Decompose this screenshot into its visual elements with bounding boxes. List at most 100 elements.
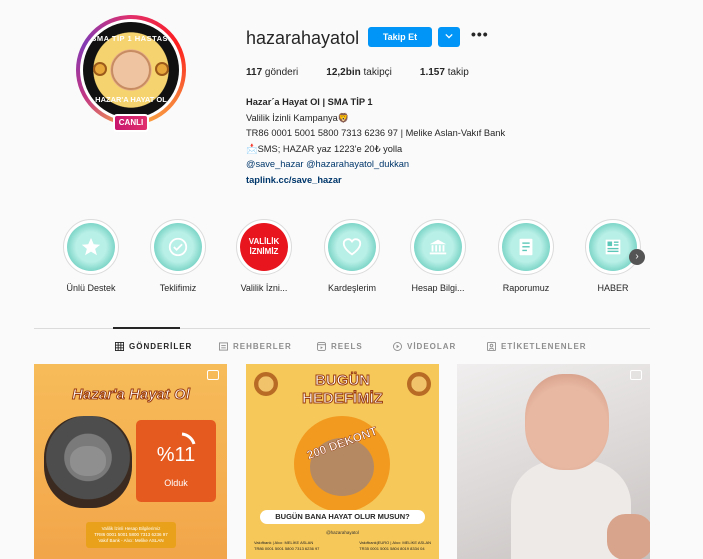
posts-stat: 117 gönderi <box>246 67 298 78</box>
avatar-border: SMA TİP 1 HASTASI HAZAR'A HAYAT OL <box>80 19 182 121</box>
highlight-label: Hesap Bilgi... <box>411 283 465 293</box>
bank-info-left: Vakıfbank | Alıcı: MELİKE ASLAN TR86 000… <box>254 540 319 552</box>
bio-website-link[interactable]: taplink.cc/save_hazar <box>246 173 576 189</box>
highlight-cover <box>414 223 462 271</box>
highlight-ring <box>498 219 554 275</box>
highlight-unlu-destek[interactable]: Ünlü Destek <box>56 219 126 293</box>
title-line: BUGÜN <box>315 372 371 390</box>
chevron-down-icon <box>445 33 453 39</box>
bio-line: TR86 0001 5001 5800 7313 6236 97 | Melik… <box>246 128 506 139</box>
posts-label: gönderi <box>264 67 299 78</box>
highlight-ring <box>410 219 466 275</box>
valilik-badge: VALİLİK İZNİMİZ <box>240 223 288 271</box>
highlight-label: Kardeşlerim <box>327 283 376 293</box>
followers-stat[interactable]: 12,2bin takipçi <box>326 67 392 78</box>
highlight-hesap-bilgi[interactable]: Hesap Bilgi... <box>403 219 473 293</box>
avatar-text-top: SMA TİP 1 HASTASI <box>91 34 171 43</box>
highlights-next-button[interactable]: › <box>629 249 645 265</box>
followers-label: takipçi <box>363 67 392 78</box>
lion-face <box>70 446 106 476</box>
more-options-button[interactable]: ••• <box>471 26 489 42</box>
progress-card: %11 Olduk <box>136 420 216 502</box>
lion-mascot-image <box>44 416 132 508</box>
bank-info-line: Vakıf Bank - Alıcı: Melike ASLAN <box>98 538 164 543</box>
tab-label: ETİKETLENENLER <box>501 342 587 351</box>
crying-baby-image <box>525 374 609 470</box>
highlight-label: Ünlü Destek <box>66 283 116 293</box>
tab-guides[interactable]: REHBERLER <box>219 342 292 351</box>
mention-link[interactable]: @hazarahayatol_dukkan <box>306 159 409 169</box>
active-tab-indicator <box>113 327 180 329</box>
post-thumbnail[interactable]: Hazar'a Hayat Ol %11 Olduk Valilik İzinl… <box>34 364 227 559</box>
profile-username: hazarahayatol <box>246 28 360 48</box>
bio-line: Valilik İzinli Kampanya🦁 <box>246 112 350 123</box>
highlight-cover <box>589 223 637 271</box>
highlight-label: Valilik İzni... <box>240 283 288 293</box>
bank-info-right: Vakıfbank|EURO | Alıcı: MELİKE ASLAN TR3… <box>359 540 431 552</box>
highlight-valilik-izni[interactable]: VALİLİK İZNİMİZ Valilik İzni... <box>229 219 299 293</box>
bank-info-line: TR86 0001 5001 5800 7313 6236 97 <box>254 546 320 551</box>
bank-icon <box>429 239 447 255</box>
follow-button[interactable]: Takip Et <box>368 27 432 47</box>
tab-tagged[interactable]: ETİKETLENENLER <box>487 342 587 351</box>
posts-count: 117 <box>246 67 263 78</box>
tag-icon <box>487 342 496 351</box>
tab-posts[interactable]: GÖNDERİLER <box>115 342 192 351</box>
highlight-raporumuz[interactable]: Raporumuz <box>491 219 561 293</box>
profile-bio: Hazar´a Hayat Ol | SMA TİP 1 Valilik İzi… <box>246 95 576 189</box>
post-thumbnail[interactable] <box>457 364 650 559</box>
highlight-teklifimiz[interactable]: Teklifimiz <box>143 219 213 293</box>
star-icon <box>81 237 101 256</box>
post-thumbnail[interactable]: BUGÜN HEDEFİMİZ 200 DEKONT BUGÜN BANA HA… <box>246 364 439 559</box>
lion-icon <box>93 62 107 76</box>
profile-stats: 117 gönderi 12,2bin takipçi 1.157 takip <box>246 67 469 78</box>
profile-avatar[interactable]: SMA TİP 1 HASTASI HAZAR'A HAYAT OL <box>76 15 186 125</box>
highlight-ring <box>150 219 206 275</box>
badge-text: VALİLİK <box>248 237 280 246</box>
profile-full-name: Hazar´a Hayat Ol | SMA TİP 1 <box>246 97 373 107</box>
highlight-kardeslerim[interactable]: Kardeşlerim <box>317 219 387 293</box>
live-badge[interactable]: CANLI <box>113 114 149 132</box>
post-title-text: Hazar'a Hayat Ol <box>72 386 191 404</box>
bio-line: 📩SMS; HAZAR yaz 1223'e 20₺ yolla <box>246 143 403 154</box>
highlight-ring: VALİLİK İZNİMİZ <box>236 219 292 275</box>
badge-text: İZNİMİZ <box>249 247 279 256</box>
bank-info-box: Valilik İzinli Hesap Bilgilerimiz TR86 0… <box>86 522 176 548</box>
tab-label: VİDEOLAR <box>407 342 457 351</box>
highlight-cover <box>328 223 376 271</box>
highlight-label: Teklifimiz <box>159 283 197 293</box>
reels-icon <box>317 342 326 351</box>
guide-icon <box>219 342 228 351</box>
report-icon <box>519 238 533 256</box>
heart-icon <box>342 238 362 256</box>
tab-label: REHBERLER <box>233 342 292 351</box>
bio-mentions: @save_hazar @hazarahayatol_dukkan <box>246 157 576 173</box>
highlight-cover <box>502 223 550 271</box>
highlight-label: HABER <box>597 283 629 293</box>
reel-icon <box>630 370 642 380</box>
avatar-text-bottom: HAZAR'A HAYAT OL <box>95 95 167 104</box>
tab-label: GÖNDERİLER <box>129 342 193 351</box>
highlight-ring <box>63 219 119 275</box>
avatar-image: SMA TİP 1 HASTASI HAZAR'A HAYAT OL <box>83 22 179 118</box>
badge-check-icon <box>168 237 188 257</box>
following-count: 1.157 <box>419 67 445 78</box>
highlight-ring <box>324 219 380 275</box>
followers-count: 12,2bin <box>326 67 361 78</box>
post-question: BUGÜN BANA HAYAT OLUR MUSUN? <box>260 510 425 524</box>
tab-label: REELS <box>331 342 363 351</box>
highlight-cover <box>154 223 202 271</box>
title-line: HEDEFİMİZ <box>302 390 384 408</box>
following-stat[interactable]: 1.157 takip <box>420 67 469 78</box>
suggestions-dropdown-button[interactable] <box>438 27 460 47</box>
mention-link[interactable]: @save_hazar <box>246 159 304 169</box>
grid-icon <box>115 342 124 351</box>
baby-face-image <box>111 50 151 90</box>
bank-info-line: TR35 0001 5001 5804 8019 8334 04 <box>359 546 425 551</box>
newspaper-icon <box>605 239 621 255</box>
tab-reels[interactable]: REELS <box>317 342 363 351</box>
progress-percent: %11 <box>156 444 196 466</box>
tab-videos[interactable]: VİDEOLAR <box>393 342 456 351</box>
video-icon <box>393 342 402 351</box>
lion-icon <box>155 62 169 76</box>
